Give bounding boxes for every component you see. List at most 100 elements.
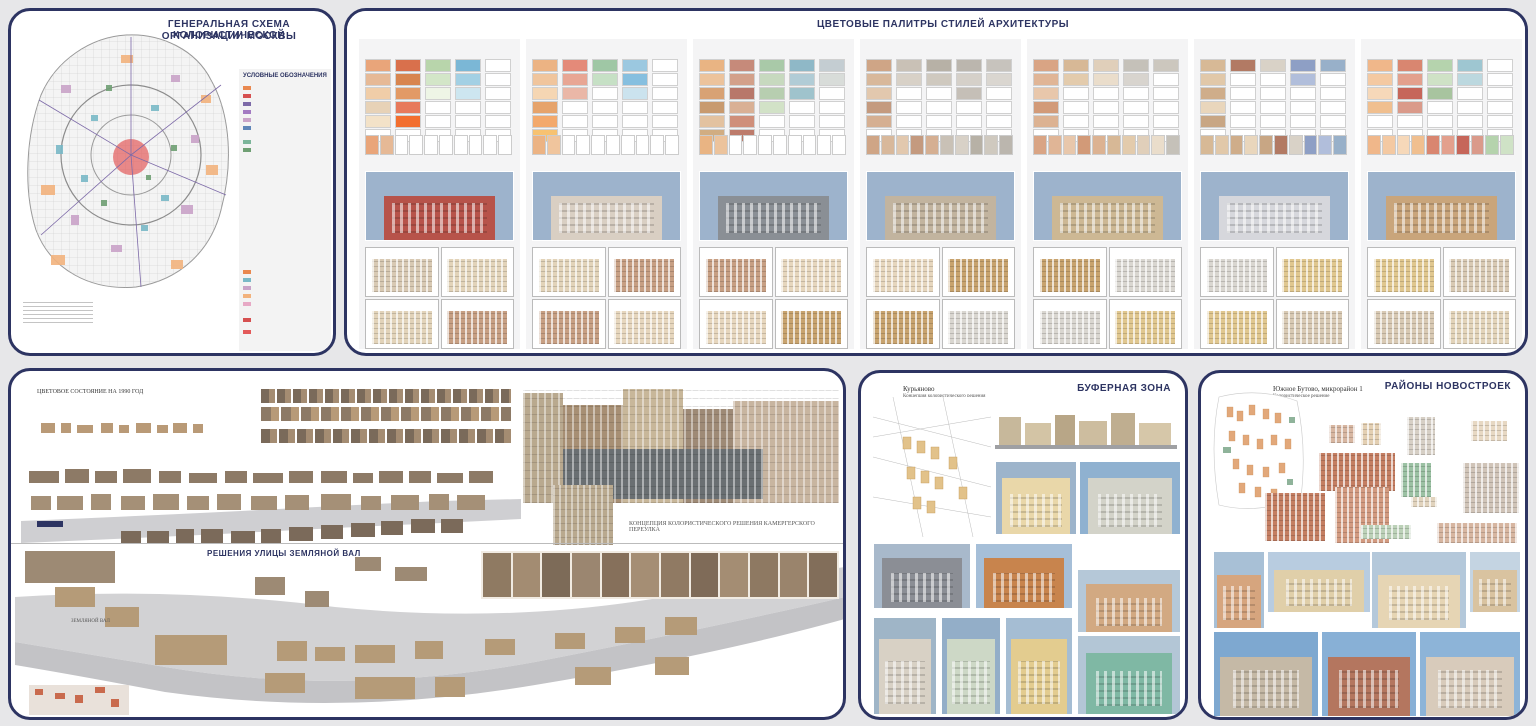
- facade-elevation: [1275, 247, 1349, 297]
- palette-swatch-column: [1200, 59, 1226, 142]
- color-swatch: [1153, 115, 1179, 128]
- color-swatch: [1093, 101, 1119, 114]
- building-photo: [1213, 631, 1319, 717]
- color-swatch: [1200, 59, 1226, 72]
- color-swatch: [425, 101, 451, 114]
- color-swatch: [1033, 115, 1059, 128]
- color-swatch: [455, 101, 481, 114]
- color-swatch: [1320, 73, 1346, 86]
- palette-swatch-column: [455, 59, 481, 142]
- color-swatch: [562, 59, 588, 72]
- buffer-title: БУФЕРНАЯ ЗОНА: [1077, 383, 1171, 394]
- color-swatch: [789, 87, 815, 100]
- color-swatch: [1487, 73, 1513, 86]
- color-swatch: [592, 115, 618, 128]
- color-swatch: [729, 115, 755, 128]
- color-swatch: [1427, 101, 1453, 114]
- color-swatch: [562, 101, 588, 114]
- color-swatch: [1063, 59, 1089, 72]
- facade-elevation: [365, 299, 439, 349]
- color-swatch: [592, 73, 618, 86]
- palette-swatch-column: [1427, 59, 1453, 142]
- color-swatch: [1320, 87, 1346, 100]
- color-swatch: [1367, 115, 1393, 128]
- color-swatch: [1260, 87, 1286, 100]
- palette-swatch-column: [956, 59, 982, 142]
- color-swatch: [866, 87, 892, 100]
- palette-row-strip: [1200, 135, 1347, 155]
- facade-elevation: [699, 299, 773, 349]
- color-swatch: [1320, 115, 1346, 128]
- color-swatch: [759, 73, 785, 86]
- color-swatch: [1260, 101, 1286, 114]
- color-swatch: [896, 87, 922, 100]
- building-photo: [995, 461, 1077, 535]
- palette-swatch-column: [395, 59, 421, 142]
- building-photo: [941, 617, 1001, 715]
- color-swatch: [652, 87, 678, 100]
- historical-photo-strip: [481, 551, 839, 599]
- color-swatch: [622, 73, 648, 86]
- color-swatch: [1033, 101, 1059, 114]
- palette-swatch-column: [425, 59, 451, 142]
- color-swatch: [729, 87, 755, 100]
- palette-swatch-column: [896, 59, 922, 142]
- color-swatch: [395, 73, 421, 86]
- street-panel: ЦВЕТОВОЕ СОСТОЯНИЕ НА 1990 ГОД КОНЦЕПЦИЯ…: [8, 368, 846, 720]
- color-swatch: [1397, 59, 1423, 72]
- buffer-location: Курьяново: [903, 385, 935, 393]
- color-swatch: [1260, 73, 1286, 86]
- building-elevation: [1471, 421, 1507, 441]
- color-swatch: [395, 59, 421, 72]
- new-districts-panel: Южное Бутово, микрорайон 1 Колористическ…: [1198, 370, 1528, 720]
- color-swatch: [562, 73, 588, 86]
- color-swatch: [1320, 101, 1346, 114]
- color-swatch: [562, 87, 588, 100]
- facade-elevation: [866, 299, 940, 349]
- color-swatch: [1290, 73, 1316, 86]
- building-photo: [1033, 171, 1182, 241]
- building-elevation: [1361, 423, 1381, 445]
- palette-row-strip: [1033, 135, 1180, 155]
- building-photo: [699, 171, 848, 241]
- color-swatch: [592, 101, 618, 114]
- color-swatch: [1123, 115, 1149, 128]
- color-swatch: [1367, 87, 1393, 100]
- color-swatch: [485, 87, 511, 100]
- building-elevation: [1265, 493, 1325, 541]
- palette-swatch-column: [699, 59, 725, 142]
- palette-swatch-column: [866, 59, 892, 142]
- facade-elevation: [440, 299, 514, 349]
- color-swatch: [622, 87, 648, 100]
- palette-swatch-column: [485, 59, 511, 142]
- color-swatch: [759, 59, 785, 72]
- palette-swatch-column: [1290, 59, 1316, 142]
- palette-swatch-column: [622, 59, 648, 142]
- palette-swatch-column: [819, 59, 845, 142]
- color-swatch: [896, 73, 922, 86]
- moscow-color-map: [27, 34, 229, 288]
- color-swatch: [819, 59, 845, 72]
- color-swatch: [1230, 101, 1256, 114]
- color-swatch: [562, 115, 588, 128]
- color-swatch: [365, 115, 391, 128]
- palette-swatch-column: [1123, 59, 1149, 142]
- buffer-elevation-strip: [995, 399, 1177, 449]
- color-swatch: [532, 59, 558, 72]
- building-photo: [1419, 631, 1521, 717]
- color-swatch: [956, 73, 982, 86]
- color-swatch: [1200, 73, 1226, 86]
- color-swatch: [1320, 59, 1346, 72]
- color-swatch: [652, 73, 678, 86]
- color-swatch: [1487, 59, 1513, 72]
- road-label: ЗЕМЛЯНОЙ ВАЛ: [71, 619, 110, 624]
- color-swatch: [1290, 101, 1316, 114]
- building-photo: [873, 543, 971, 609]
- palette-swatch-column: [652, 59, 678, 142]
- color-swatch: [1093, 59, 1119, 72]
- color-swatch: [652, 101, 678, 114]
- facade-elevation: [941, 299, 1015, 349]
- palette-swatch-column: [789, 59, 815, 142]
- color-swatch: [866, 115, 892, 128]
- color-swatch: [1123, 101, 1149, 114]
